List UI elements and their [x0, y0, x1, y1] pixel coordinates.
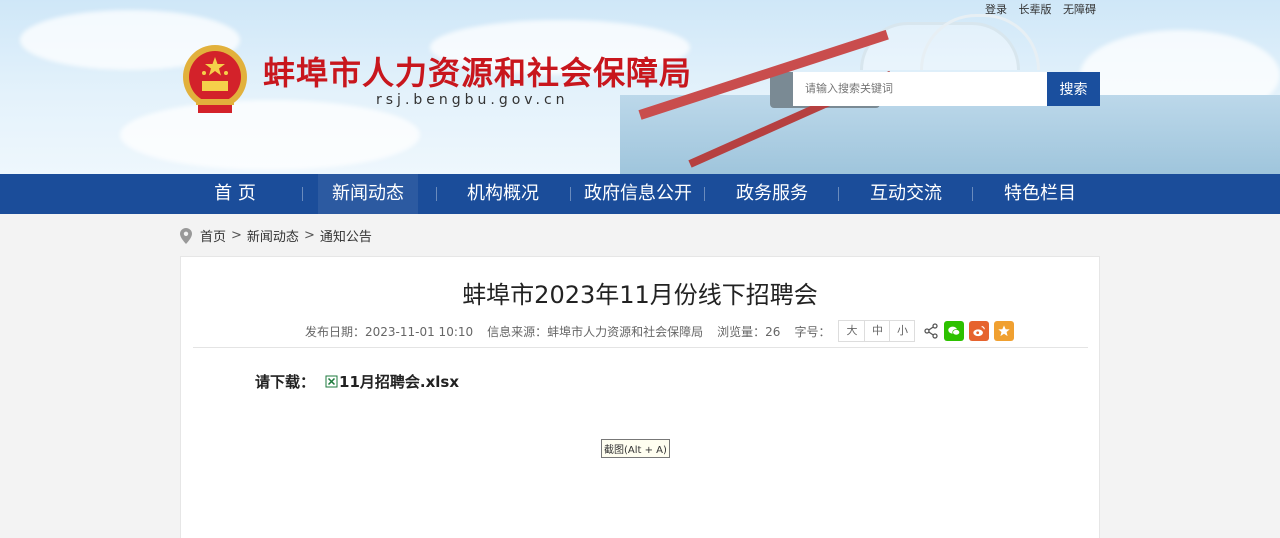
nav-divider: [704, 187, 705, 201]
nav-divider: [972, 187, 973, 201]
nav-divider: [436, 187, 437, 201]
nav-divider: [838, 187, 839, 201]
breadcrumb: 首页 > 新闻动态 > 通知公告: [180, 226, 372, 245]
location-pin-icon: [180, 227, 192, 244]
national-emblem: [183, 45, 247, 113]
elder-version-link[interactable]: 长辈版: [1019, 3, 1052, 16]
share-icon[interactable]: [923, 323, 939, 339]
nav-home[interactable]: 首 页: [182, 174, 288, 214]
font-size-label: 字号：: [794, 324, 831, 339]
meta-divider: [193, 347, 1088, 348]
nav-divider: [570, 187, 571, 201]
weibo-icon[interactable]: [969, 321, 990, 341]
nav-about[interactable]: 机构概况: [452, 174, 554, 214]
excel-file-icon: [325, 375, 338, 388]
nav-featured[interactable]: 特色栏目: [990, 174, 1090, 214]
main-nav: 首 页 新闻动态 机构概况 政府信息公开 政务服务 互动交流 特色栏目: [0, 174, 1280, 214]
article-meta: 发布日期：2023-11-01 10:10 信息来源：蚌埠市人力资源和社会保障局…: [305, 320, 1015, 342]
screenshot-tooltip: 截图(Alt + A): [601, 439, 670, 458]
article-container: 蚌埠市2023年11月份线下招聘会 发布日期：2023-11-01 10:10 …: [180, 256, 1100, 538]
wechat-icon[interactable]: [944, 321, 965, 341]
font-small-button[interactable]: 小: [889, 321, 914, 341]
breadcrumb-news[interactable]: 新闻动态: [247, 226, 299, 245]
font-medium-button[interactable]: 中: [864, 321, 889, 341]
font-size-controls: 大 中 小: [838, 320, 916, 342]
lake-water: [620, 95, 1280, 174]
breadcrumb-notices[interactable]: 通知公告: [320, 226, 372, 245]
site-domain: rsj.bengbu.gov.cn: [376, 92, 569, 108]
attachment-link[interactable]: 11月招聘会.xlsx: [339, 371, 459, 392]
accessibility-link[interactable]: 无障碍: [1063, 3, 1096, 16]
login-link[interactable]: 登录: [985, 3, 1007, 16]
article-title: 蚌埠市2023年11月份线下招聘会: [462, 281, 818, 309]
cloud: [120, 100, 420, 170]
nav-services[interactable]: 政务服务: [722, 174, 822, 214]
view-count: 浏览量：26: [717, 324, 781, 339]
info-source: 信息来源：蚌埠市人力资源和社会保障局: [487, 324, 704, 339]
top-links: 登录 长辈版 无障碍: [977, 1, 1096, 17]
site-title[interactable]: 蚌埠市人力资源和社会保障局: [263, 48, 692, 94]
breadcrumb-separator: >: [231, 228, 242, 243]
download-label: 请下载：: [255, 373, 316, 391]
breadcrumb-separator: >: [303, 228, 315, 243]
font-large-button[interactable]: 大: [839, 321, 864, 341]
nav-interaction[interactable]: 互动交流: [856, 174, 956, 214]
breadcrumb-home[interactable]: 首页: [200, 226, 226, 245]
publish-date: 发布日期：2023-11-01 10:10: [305, 324, 474, 339]
favorite-icon[interactable]: [994, 321, 1015, 341]
nav-divider: [302, 187, 303, 201]
nav-news[interactable]: 新闻动态: [318, 174, 418, 214]
nav-gov-info[interactable]: 政府信息公开: [577, 174, 699, 214]
download-section: 请下载： 11月招聘会.xlsx: [255, 371, 459, 392]
search-input[interactable]: [793, 72, 1048, 106]
search-button[interactable]: 搜索: [1047, 72, 1100, 106]
